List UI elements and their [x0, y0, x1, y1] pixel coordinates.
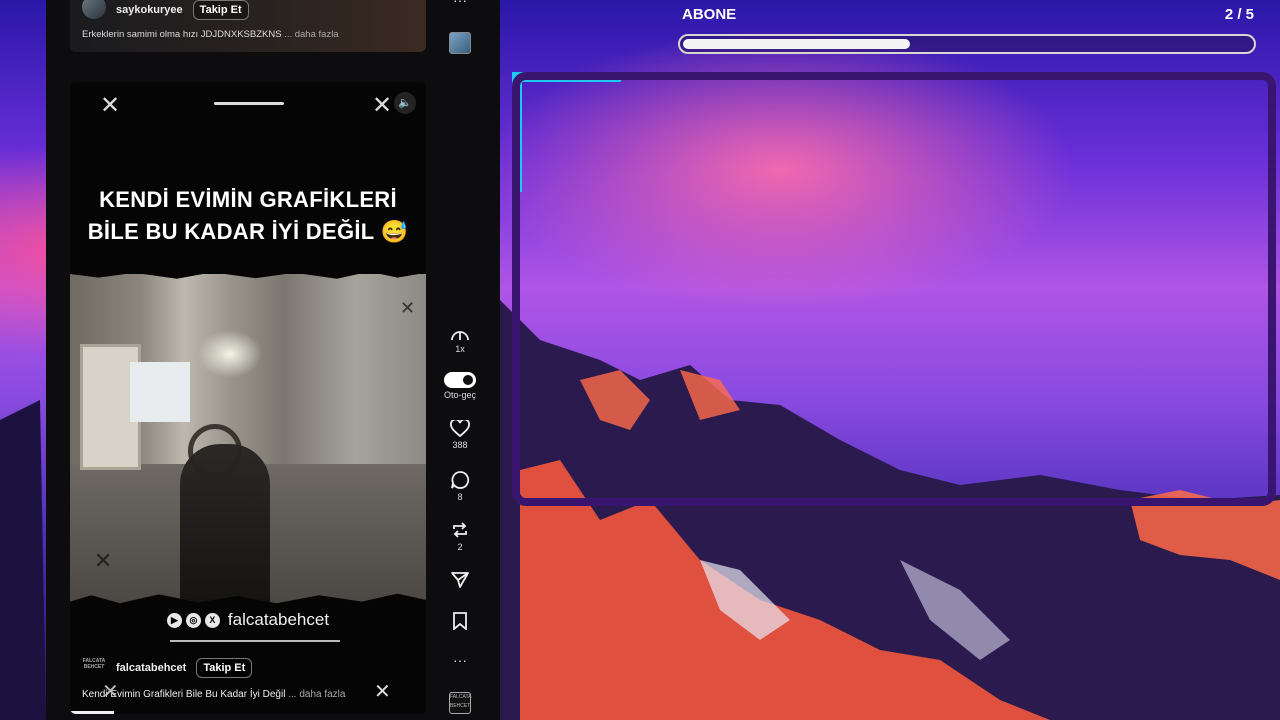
- brand-logo[interactable]: FALCATA BEHCET: [449, 692, 472, 714]
- post-caption: Kendi Evimin Grafikleri Bile Bu Kadar İy…: [82, 689, 345, 700]
- username[interactable]: falcatabehcet: [116, 662, 186, 674]
- follow-button[interactable]: Takip Et: [192, 0, 249, 20]
- post-caption: Erkeklerin samimi olma hızı JDJDNXKSBZKN…: [82, 29, 339, 40]
- repost-icon[interactable]: [450, 520, 470, 540]
- brand-logo[interactable]: FALCATA BEHCET: [82, 658, 106, 678]
- previous-post-card[interactable]: saykokuryee Takip Et Erkeklerin samimi o…: [70, 0, 426, 52]
- bookmark-button[interactable]: [440, 612, 480, 630]
- instagram-icon: ◎: [185, 612, 201, 628]
- more-link[interactable]: ... daha fazla: [284, 29, 338, 40]
- bookmark-icon[interactable]: [452, 612, 468, 630]
- camera-frame-border: [512, 72, 1276, 506]
- social-handles: ▶ ◎ X falcatabehcet: [70, 610, 426, 630]
- brush-stroke: [214, 102, 284, 105]
- more-button-top[interactable]: ···: [440, 0, 480, 8]
- handle-underline: [170, 640, 340, 642]
- weapon-sight: [188, 424, 242, 478]
- avatar[interactable]: [82, 0, 106, 19]
- youtube-icon: ▶: [166, 612, 182, 628]
- camera-frame: [512, 72, 1276, 506]
- goal-progress-bar: [678, 34, 1256, 54]
- more-button[interactable]: ···: [440, 650, 480, 668]
- speed-button[interactable]: 1x: [440, 326, 480, 354]
- more-icon[interactable]: ···: [440, 0, 480, 8]
- close-icon: ✕: [102, 681, 119, 703]
- more-link[interactable]: ... daha fazla: [288, 689, 345, 700]
- close-icon[interactable]: ✕: [372, 94, 392, 118]
- close-icon: ✕: [94, 548, 113, 573]
- follow-button[interactable]: Takip Et: [196, 658, 253, 678]
- more-icon[interactable]: ···: [440, 652, 480, 668]
- goal-count: 2 / 5: [1224, 6, 1254, 23]
- speed-label: 1x: [455, 344, 465, 354]
- heart-icon[interactable]: [450, 420, 470, 438]
- username[interactable]: saykokuryee: [116, 4, 183, 16]
- headline-line-1: KENDİ EVİMİN GRAFİKLERİ: [99, 187, 397, 212]
- previous-post-header: saykokuryee Takip Et: [82, 0, 249, 20]
- social-handle: falcatabehcet: [227, 610, 330, 629]
- thumbnail-icon[interactable]: [449, 32, 471, 54]
- caption-text: Erkeklerin samimi olma hızı JDJDNXKSBZKN…: [82, 29, 282, 40]
- room-window: [130, 362, 190, 422]
- autoplay-toggle[interactable]: [444, 372, 476, 388]
- video-frame[interactable]: ✕ ✕: [70, 274, 426, 604]
- like-count: 388: [452, 440, 468, 450]
- x-icon: X: [204, 612, 220, 628]
- speaker-icon[interactable]: 🔈: [394, 92, 416, 114]
- share-icon[interactable]: [450, 571, 470, 589]
- comment-icon[interactable]: [450, 470, 470, 490]
- autoplay-control[interactable]: Oto-geç: [440, 372, 480, 400]
- goal-progress-fill: [683, 39, 910, 49]
- video-headline: KENDİ EVİMİN GRAFİKLERİ BİLE BU KADAR İY…: [70, 184, 426, 248]
- speed-gauge-icon[interactable]: [450, 326, 470, 342]
- comment-count: 8: [457, 492, 463, 502]
- headline-line-2: BİLE BU KADAR İYİ DEĞİL 😅: [87, 219, 409, 244]
- goal-title: ABONE: [682, 6, 737, 23]
- repost-button[interactable]: 2: [440, 520, 480, 552]
- close-icon: ✕: [400, 298, 416, 318]
- close-icon[interactable]: ✕: [100, 94, 120, 118]
- share-button[interactable]: [440, 571, 480, 589]
- repost-count: 2: [457, 542, 463, 552]
- close-icon[interactable]: ✕: [374, 680, 391, 704]
- like-button[interactable]: 388: [440, 420, 480, 450]
- channel-logo-button[interactable]: FALCATA BEHCET: [440, 692, 480, 714]
- comment-button[interactable]: 8: [440, 470, 480, 502]
- video-post-header: FALCATA BEHCET falcatabehcet Takip Et: [82, 658, 253, 678]
- post-thumbnail[interactable]: [440, 32, 480, 54]
- autoplay-label: Oto-geç: [443, 390, 476, 400]
- video-post-card[interactable]: ✕ ✕ 🔈 KENDİ EVİMİN GRAFİKLERİ BİLE BU KA…: [70, 82, 426, 714]
- action-rail: ··· 1x Oto-geç 388 8 2 ··· FALCATA BEHCE…: [440, 0, 480, 720]
- video-progress[interactable]: [70, 711, 114, 714]
